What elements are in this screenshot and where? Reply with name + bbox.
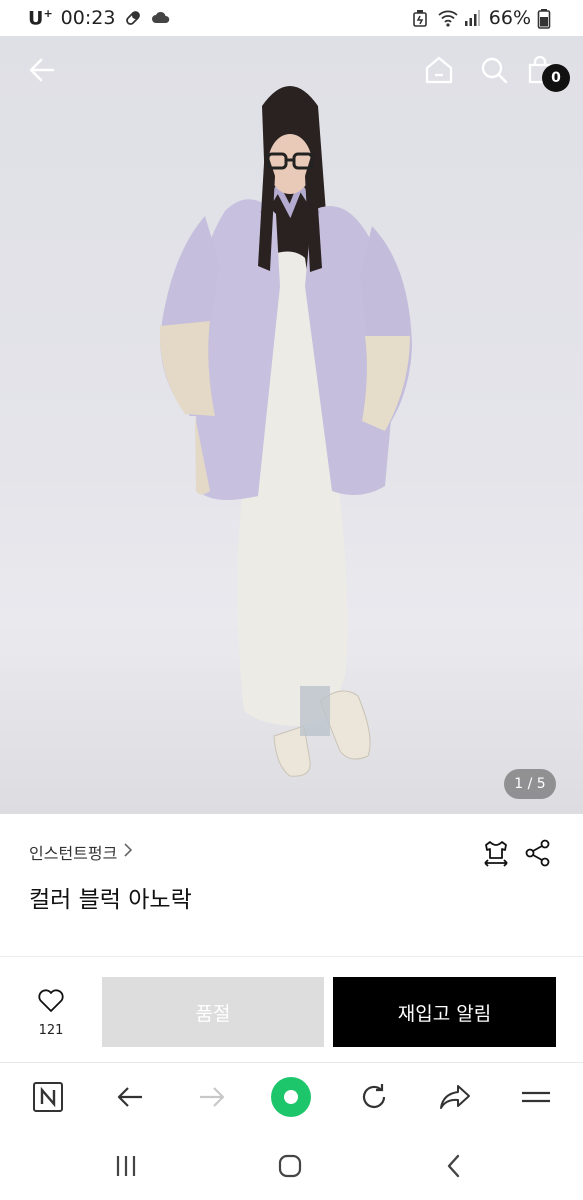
- size-guide-button[interactable]: [480, 839, 512, 871]
- clock: 00:23: [60, 6, 116, 29]
- cloud-icon: [151, 8, 171, 28]
- soldout-button: 품절: [102, 977, 324, 1047]
- size-guide-icon: [481, 838, 511, 872]
- product-image[interactable]: 0 1 / 5: [0, 36, 583, 814]
- refresh-button[interactable]: [354, 1079, 394, 1119]
- recent-apps-button[interactable]: [106, 1152, 146, 1184]
- brand-name: 인스턴트펑크: [29, 844, 118, 863]
- browser-share-button[interactable]: [435, 1079, 475, 1119]
- heart-icon: [37, 987, 65, 1017]
- home-button-icon: [277, 1153, 303, 1183]
- back-icon: [115, 1082, 145, 1116]
- model-figure: [159, 86, 412, 777]
- purchase-action-bar: 121 품절 재입고 알림: [0, 957, 583, 1061]
- battery-icon: [537, 8, 557, 29]
- like-count: 121: [38, 1023, 64, 1038]
- back-nav-icon: [444, 1153, 464, 1183]
- lock-battery-icon: [411, 8, 431, 28]
- carrier-label: U+: [28, 7, 53, 29]
- signal-icon: [463, 8, 483, 28]
- share-icon: [523, 838, 553, 872]
- green-dot-button[interactable]: [270, 1076, 312, 1122]
- image-page-indicator: 1 / 5: [504, 769, 556, 799]
- brand-link[interactable]: 인스턴트펑크: [29, 840, 133, 864]
- cart-count-badge: 0: [542, 64, 570, 92]
- refresh-icon: [358, 1081, 390, 1117]
- browser-back-button[interactable]: [110, 1079, 150, 1119]
- search-icon: [479, 55, 509, 89]
- restock-alert-button[interactable]: 재입고 알림: [333, 977, 556, 1047]
- browser-forward-button[interactable]: [192, 1079, 232, 1119]
- naver-icon: [32, 1081, 64, 1117]
- status-left: U+ 00:23: [28, 7, 171, 29]
- carrier-name: U: [28, 7, 44, 30]
- share-button[interactable]: [522, 839, 554, 871]
- menu-icon: [520, 1085, 552, 1113]
- chevron-right-icon: [123, 842, 133, 862]
- search-button[interactable]: [476, 54, 512, 90]
- system-back-button[interactable]: [434, 1152, 474, 1184]
- product-info: 인스턴트펑크 컬러 블럭 아노락: [0, 814, 583, 956]
- system-navigation-bar: [0, 1134, 583, 1200]
- back-button[interactable]: [24, 54, 60, 90]
- share-arrow-icon: [438, 1082, 472, 1116]
- green-dot-icon: [270, 1076, 312, 1122]
- status-right: 66%: [411, 7, 557, 29]
- browser-toolbar: [0, 1062, 583, 1134]
- home-button[interactable]: [421, 54, 457, 90]
- product-title: 컬러 블럭 아노락: [29, 887, 192, 913]
- forward-icon: [197, 1082, 227, 1116]
- recent-apps-icon: [113, 1154, 139, 1182]
- wifi-icon: [437, 8, 458, 28]
- browser-menu-button[interactable]: [516, 1079, 556, 1119]
- carrier-sup: +: [43, 6, 53, 20]
- battery-percent: 66%: [488, 7, 531, 29]
- back-arrow-icon: [27, 55, 57, 89]
- system-home-button[interactable]: [270, 1152, 310, 1184]
- like-button[interactable]: 121: [24, 987, 78, 1043]
- naver-button[interactable]: [28, 1079, 68, 1119]
- pill-icon: [123, 8, 143, 28]
- status-bar: U+ 00:23 66%: [0, 0, 583, 36]
- home-icon: [424, 55, 454, 89]
